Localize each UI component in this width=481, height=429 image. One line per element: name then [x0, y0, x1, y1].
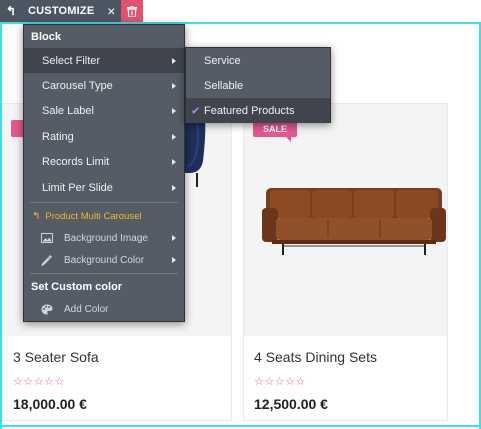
menu-divider: [30, 273, 178, 275]
menu-item-label: Background Color: [64, 254, 145, 266]
menu-item-label: Select Filter: [42, 54, 101, 67]
chevron-right-icon: [172, 159, 176, 166]
submenu-item-label: Sellable: [204, 79, 244, 92]
submenu-item-label: Featured Products: [204, 104, 295, 117]
chevron-right-icon: [172, 133, 176, 140]
chevron-right-icon: [172, 235, 176, 242]
menu-item-label: Background Image: [64, 232, 148, 244]
product-name[interactable]: 3 Seater Sofa: [13, 349, 99, 365]
chevron-right-icon: [172, 57, 176, 64]
menu-header-custom-color: Set Custom color: [31, 281, 123, 294]
palette-icon: [41, 304, 53, 315]
menu-item-add-color[interactable]: Add Color: [24, 298, 184, 320]
menu-item-label: Rating: [42, 130, 74, 143]
menu-item-sale-label[interactable]: Sale Label: [24, 99, 184, 124]
select-parent-icon[interactable]: ↰: [0, 0, 22, 22]
submenu-item-service[interactable]: Service: [186, 48, 330, 73]
menu-item-records-limit[interactable]: Records Limit: [24, 150, 184, 175]
chevron-right-icon: [172, 184, 176, 191]
menu-item-select-filter[interactable]: Select Filter: [24, 48, 184, 74]
customize-toolbar: ↰ CUSTOMIZE ×: [0, 0, 144, 22]
product-card[interactable]: SALE 4 Seats Dining Sets ☆☆☆☆☆ 12,500.00…: [243, 103, 448, 421]
product-name[interactable]: 4 Seats Dining Sets: [254, 349, 377, 365]
submenu-item-featured-products[interactable]: ✔ Featured Products: [186, 98, 330, 123]
menu-item-label: Limit Per Slide: [42, 181, 113, 194]
menu-section-product-multi-carousel[interactable]: ↰ Product Multi Carousel: [24, 205, 184, 227]
submenu-item-sellable[interactable]: Sellable: [186, 73, 330, 98]
menu-section-label: Product Multi Carousel: [45, 210, 142, 222]
menu-item-limit-per-slide[interactable]: Limit Per Slide: [24, 175, 184, 200]
menu-item-rating[interactable]: Rating: [24, 124, 184, 149]
chevron-right-icon: [172, 257, 176, 264]
menu-item-label: Sale Label: [42, 105, 94, 118]
menu-item-label: Add Color: [64, 303, 109, 315]
selection-frame-bottom: [0, 425, 481, 427]
menu-item-label: Records Limit: [42, 156, 110, 169]
select-filter-submenu: Service Sellable ✔ Featured Products: [185, 47, 331, 123]
rating-stars: ☆☆☆☆☆: [254, 376, 306, 388]
customize-button[interactable]: CUSTOMIZE: [22, 0, 102, 22]
product-image-area[interactable]: SALE: [244, 104, 447, 336]
select-parent-icon: ↰: [32, 210, 41, 222]
sofa-image: [262, 188, 446, 255]
rating-stars: ☆☆☆☆☆: [13, 376, 65, 388]
menu-header-block: Block: [31, 30, 61, 43]
product-price: 18,000.00 €: [13, 396, 87, 412]
chevron-right-icon: [172, 108, 176, 115]
customize-menu: Block Select Filter Carousel Type Sale L…: [23, 24, 185, 322]
eyedropper-icon: [41, 255, 53, 267]
checkmark-icon: ✔: [191, 105, 201, 117]
chevron-right-icon: [172, 83, 176, 90]
submenu-item-label: Service: [204, 54, 241, 67]
trash-icon[interactable]: [121, 0, 144, 22]
product-price: 12,500.00 €: [254, 396, 328, 412]
menu-divider: [30, 202, 178, 204]
close-icon[interactable]: ×: [101, 0, 122, 22]
menu-item-label: Carousel Type: [42, 80, 113, 93]
menu-item-background-color[interactable]: Background Color: [24, 249, 184, 271]
menu-item-carousel-type[interactable]: Carousel Type: [24, 73, 184, 98]
image-icon: [41, 233, 53, 244]
menu-item-background-image[interactable]: Background Image: [24, 227, 184, 249]
